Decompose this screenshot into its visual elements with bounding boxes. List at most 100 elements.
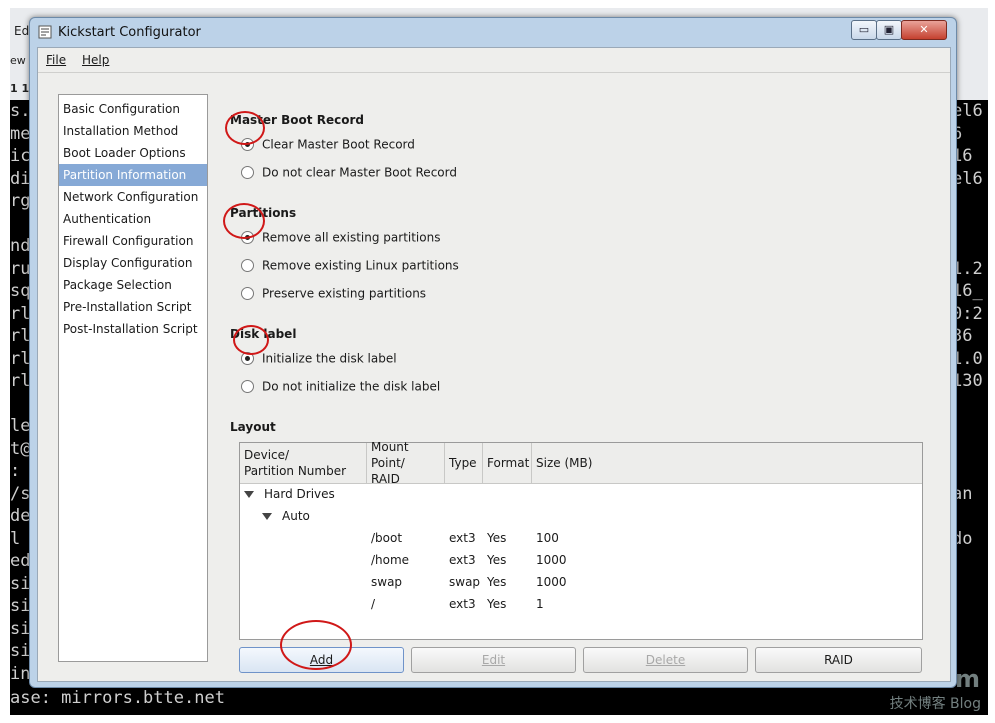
cell-mount[interactable]: swap: [371, 575, 402, 589]
col-mount[interactable]: Mount Point/RAID: [367, 440, 445, 486]
terminal-line: l: [10, 528, 21, 549]
radio-label: Initialize the disk label: [262, 351, 397, 366]
sidebar-item-network-configuration[interactable]: Network Configuration: [59, 186, 207, 208]
radio-clear-mbr[interactable]: Clear Master Boot Record: [241, 137, 415, 155]
cell-type[interactable]: ext3: [449, 597, 476, 611]
col-device[interactable]: Device/Partition Number: [240, 443, 367, 483]
radio-preserve[interactable]: Preserve existing partitions: [241, 286, 426, 304]
terminal-line: le: [10, 416, 31, 436]
menu-help-label: Help: [82, 53, 110, 67]
radio-keep-mbr[interactable]: Do not clear Master Boot Record: [241, 165, 457, 183]
sidebar-item-authentication[interactable]: Authentication: [59, 208, 207, 230]
sidebar-item-firewall-configuration[interactable]: Firewall Configuration: [59, 230, 207, 252]
terminal-line: el6: [952, 168, 983, 189]
cell-mount[interactable]: /home: [371, 553, 409, 567]
terminal-line: rl: [10, 348, 31, 369]
cell-format[interactable]: Yes: [487, 553, 506, 567]
col-format[interactable]: Format: [483, 443, 532, 483]
menu-file[interactable]: File: [46, 53, 66, 67]
cell-mount[interactable]: /: [371, 597, 375, 611]
terminal-line: t@: [10, 438, 31, 459]
cell-type[interactable]: ext3: [449, 531, 476, 545]
radio-no-init-label[interactable]: Do not initialize the disk label: [241, 379, 440, 397]
sidebar-item-post-installation-script[interactable]: Post-Installation Script: [59, 318, 207, 340]
terminal-line: si: [10, 641, 31, 661]
terminal-line: 16_: [952, 281, 983, 301]
radio-remove-all[interactable]: Remove all existing partitions: [241, 230, 440, 248]
terminal-line: in: [10, 663, 31, 684]
cell-format[interactable]: Yes: [487, 597, 506, 611]
sidebar-item-partition-information[interactable]: Partition Information: [59, 164, 207, 186]
radio-button[interactable]: [241, 166, 254, 179]
tree-node-hard-drives[interactable]: Hard Drives: [244, 487, 335, 501]
layout-title: Layout: [230, 420, 276, 434]
terminal-line: 1.0: [952, 348, 983, 369]
close-icon: ✕: [919, 23, 929, 36]
terminal-left-text: s. me ic di rg nd ru sq rl rl rl rl le t@:/s de l ed si si…: [10, 100, 30, 685]
radio-label: Remove existing Linux partitions: [262, 258, 459, 273]
terminal-line: ed: [10, 551, 31, 571]
terminal-line: 130: [952, 371, 983, 391]
tree-node-auto[interactable]: Auto: [262, 509, 310, 523]
cell-type[interactable]: swap: [449, 575, 480, 589]
delete-button[interactable]: Delete: [583, 647, 748, 673]
expander-arrow-icon[interactable]: [244, 491, 254, 498]
tree-node-label: Hard Drives: [264, 487, 335, 501]
header-line: Partition Number: [244, 464, 347, 478]
cell-mount[interactable]: /boot: [371, 531, 402, 545]
radio-label: Preserve existing partitions: [262, 286, 427, 301]
sidebar-item-package-selection[interactable]: Package Selection: [59, 274, 207, 296]
expander-arrow-icon[interactable]: [262, 513, 272, 520]
terminal-line: 36: [952, 326, 973, 346]
window-client: File Help Basic Configuration Installatio…: [37, 47, 951, 682]
radio-label: Clear Master Boot Record: [262, 137, 415, 152]
radio-remove-linux[interactable]: Remove existing Linux partitions: [241, 258, 459, 276]
partition-layout-table[interactable]: Device/Partition Number Mount Point/RAID…: [239, 440, 923, 640]
col-size-label: Size (MB): [536, 456, 593, 470]
radio-label: Remove all existing partitions: [262, 230, 441, 245]
minimize-button[interactable]: ▭: [851, 20, 877, 40]
cell-size[interactable]: 1000: [536, 553, 567, 567]
radio-button[interactable]: [241, 259, 254, 272]
cell-format[interactable]: Yes: [487, 575, 506, 589]
radio-button[interactable]: [241, 380, 254, 393]
sidebar-item-installation-method[interactable]: Installation Method: [59, 120, 207, 142]
header-line: RAID: [371, 472, 400, 486]
close-button[interactable]: ✕: [901, 20, 947, 40]
sidebar-item-basic-configuration[interactable]: Basic Configuration: [59, 98, 207, 120]
radio-button[interactable]: [241, 287, 254, 300]
annotation-circle: [223, 203, 265, 239]
menu-file-label: File: [46, 53, 67, 67]
sidebar-item-display-configuration[interactable]: Display Configuration: [59, 252, 207, 274]
radio-label: Do not clear Master Boot Record: [262, 165, 457, 180]
cell-format[interactable]: Yes: [487, 531, 506, 545]
sidebar-item-pre-installation-script[interactable]: Pre-Installation Script: [59, 296, 207, 318]
terminal-line: an: [952, 483, 973, 504]
terminal-line: si: [10, 573, 31, 594]
maximize-button[interactable]: ▣: [876, 20, 902, 40]
col-mount-label: Mount Point/RAID: [371, 439, 444, 487]
terminal-line: di: [10, 168, 31, 189]
menu-help[interactable]: Help: [82, 53, 109, 67]
title-bar[interactable]: Kickstart Configurator ▭ ▣ ✕: [30, 18, 956, 46]
radio-init-label[interactable]: Initialize the disk label: [241, 351, 397, 369]
cell-size[interactable]: 1: [536, 597, 544, 611]
terminal-line: 6: [952, 123, 963, 144]
col-type[interactable]: Type: [445, 443, 483, 483]
cell-type[interactable]: ext3: [449, 553, 476, 567]
edit-button[interactable]: Edit: [411, 647, 576, 673]
cell-size[interactable]: 100: [536, 531, 559, 545]
edit-button-label: Edit: [481, 653, 506, 667]
window-title: Kickstart Configurator: [58, 25, 201, 40]
col-size[interactable]: Size (MB): [532, 443, 922, 483]
delete-button-label: Delete: [645, 653, 686, 667]
sidebar-item-boot-loader-options[interactable]: Boot Loader Options: [59, 142, 207, 164]
raid-button[interactable]: RAID: [755, 647, 922, 673]
cell-size[interactable]: 1000: [536, 575, 567, 589]
